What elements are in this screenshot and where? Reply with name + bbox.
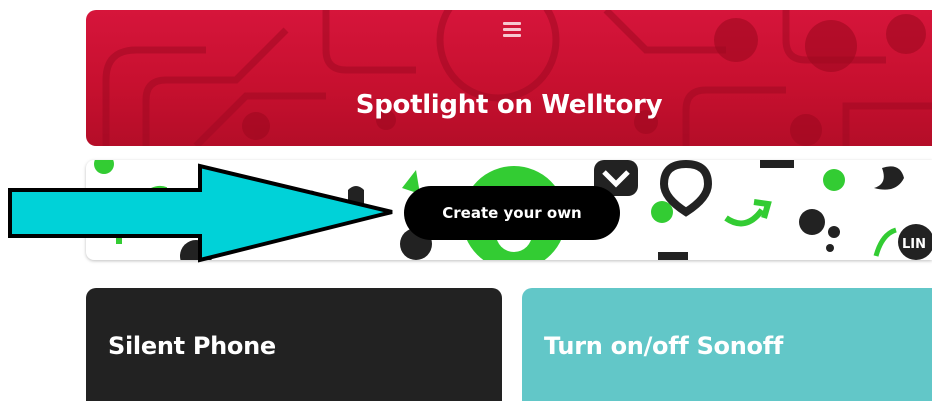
applet-title: Turn on/off Sonoff (544, 332, 783, 360)
arc-icon (873, 227, 897, 257)
trend-arrow-icon (724, 208, 765, 227)
screen: Spotlight on Welltory LIN Create your ow… (0, 0, 932, 401)
menu-icon (503, 22, 521, 38)
dots-icon (799, 209, 840, 252)
twitter-icon (874, 166, 904, 190)
location-icon (659, 160, 713, 217)
applet-title: Silent Phone (108, 332, 276, 360)
applet-card-sonoff[interactable]: Turn on/off Sonoff (522, 288, 932, 401)
applet-card-silent-phone[interactable]: Silent Phone (86, 288, 502, 401)
square-icon (658, 252, 688, 260)
green-dot-2-icon (651, 201, 673, 223)
chat-icon (760, 160, 794, 168)
create-your-own-button[interactable]: Create your own (404, 186, 620, 240)
arrow-right-icon (8, 163, 393, 263)
linkedin-label: LIN (902, 237, 926, 252)
green-dot-3-icon (823, 169, 845, 191)
spotlight-title: Spotlight on Welltory (355, 90, 663, 120)
spotlight-card[interactable]: Spotlight on Welltory (86, 10, 932, 146)
